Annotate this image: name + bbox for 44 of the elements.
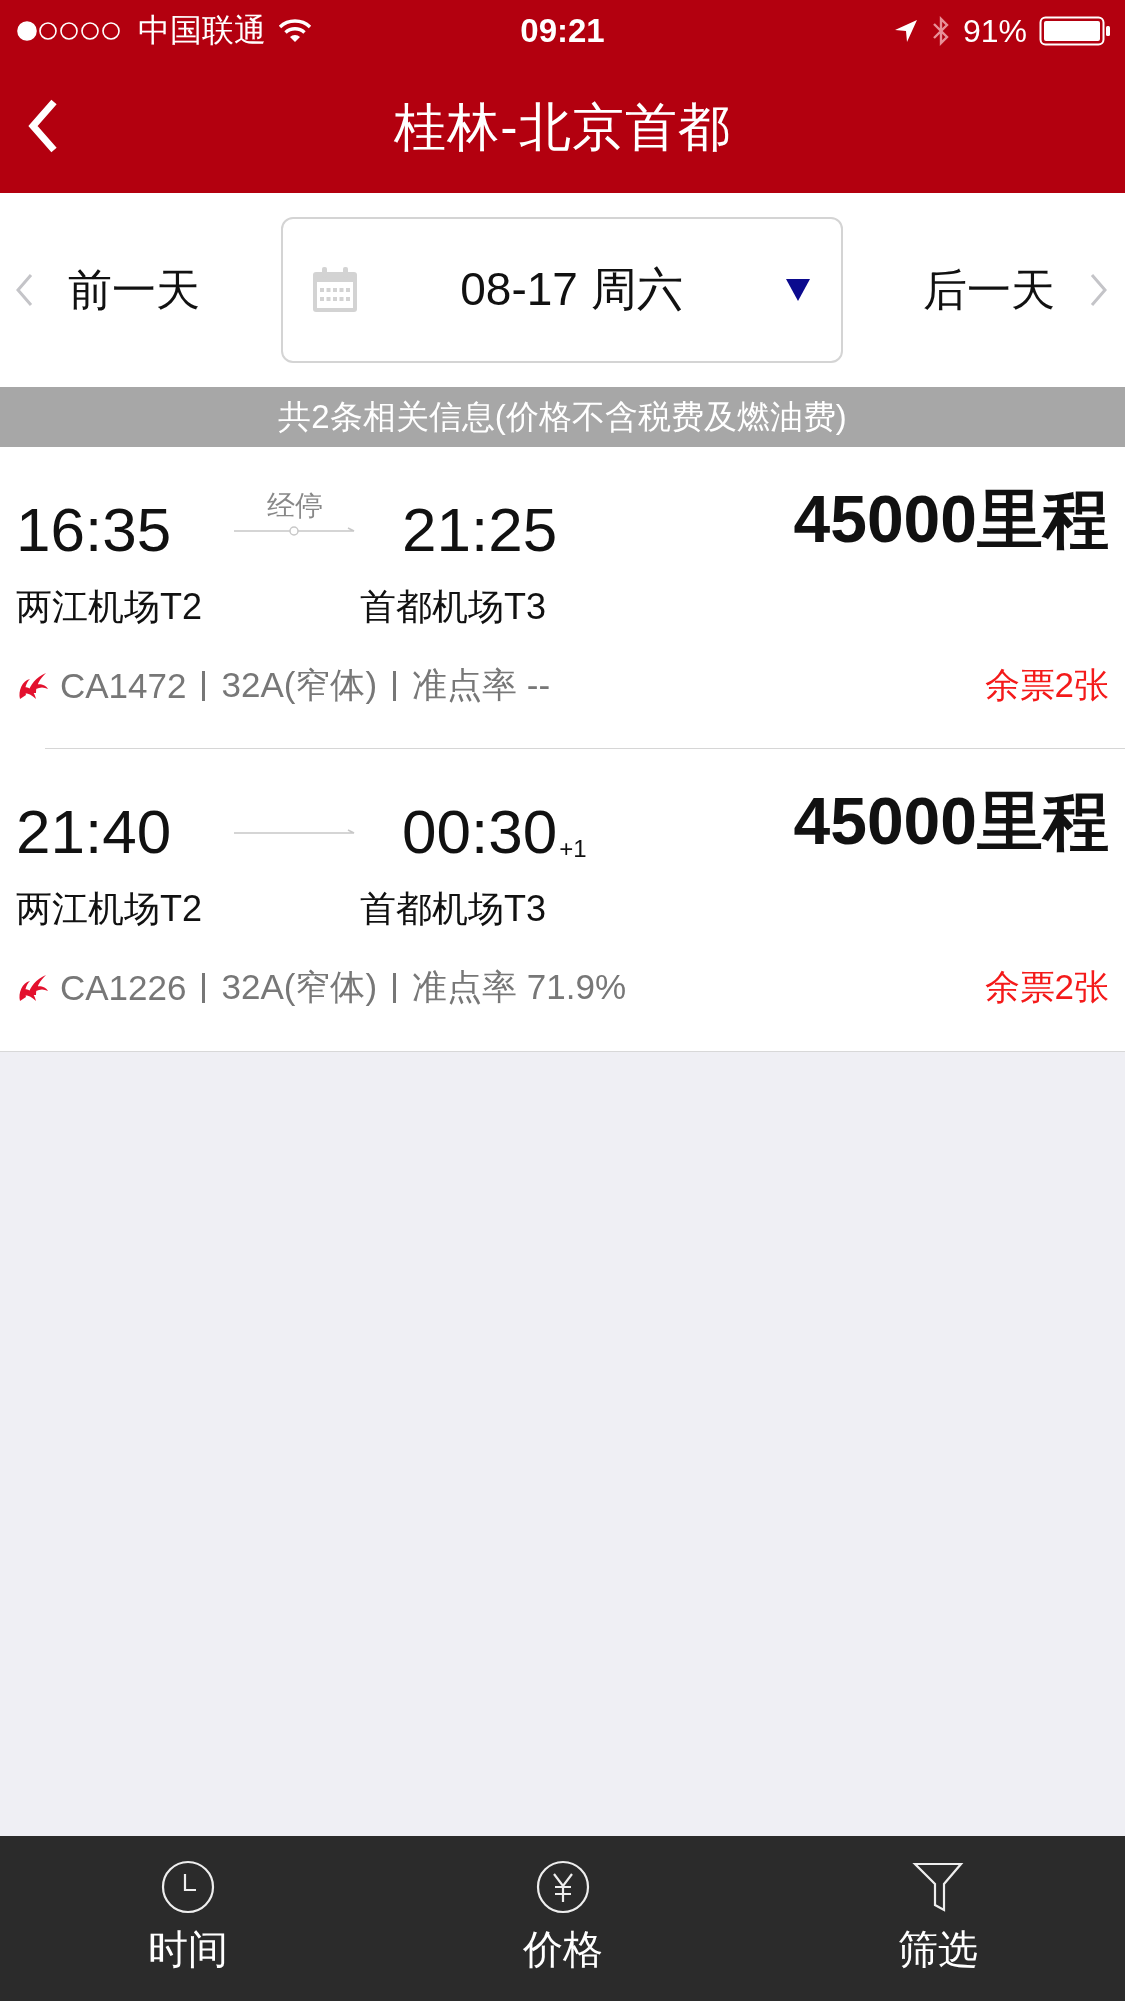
stopover-label: 经停 [267,489,323,523]
arrival-airport: 首都机场T3 [360,585,546,629]
aircraft-type: 32A(窄体) [221,966,378,1008]
info-banner: 共2条相关信息(价格不含税费及燃油费) [0,387,1125,447]
arrival-airport: 首都机场T3 [360,887,546,931]
flight-item[interactable]: 21:40 00:30+1 45000里程 两江机场T2 首都机场T3 CA1226 32A(窄体) 准点率 71.9% 余票2张 [0,749,1125,1051]
chevron-right-icon [1089,272,1109,308]
date-picker[interactable]: 08-17 周六 [280,217,843,363]
route-arrow-icon [234,525,356,537]
departure-airport: 两江机场T2 [16,585,203,629]
status-time: 09:21 [520,12,605,50]
yen-icon [535,1860,590,1914]
previous-day-button[interactable]: 前一天 [14,260,200,320]
battery-icon [1039,16,1111,46]
back-icon [28,98,58,154]
toolbar-tab[interactable]: 时间 [77,1860,298,1977]
clock-icon [160,1860,215,1914]
on-time-rate: 准点率 -- [412,664,551,706]
next-day-button[interactable]: 后一天 [923,260,1109,320]
page-title: 桂林-北京首都 [394,96,731,158]
calendar-icon [310,266,359,314]
arrival-time: 21:25 [402,499,558,561]
departure-time: 21:40 [16,801,173,868]
toolbar-tab[interactable]: 价格 [452,1860,673,1977]
mileage-price: 45000里程 [793,481,1109,558]
seats-left: 余票2张 [984,664,1109,706]
aircraft-type: 32A(窄体) [221,664,378,706]
carrier-name: 中国联通 [138,11,266,50]
flight-number: CA1472 [60,665,187,706]
arrival-time: 00:30 [402,801,558,863]
seats-left: 余票2张 [984,966,1109,1008]
day-offset: +1 [559,835,587,863]
departure-time: 16:35 [16,499,173,566]
dropdown-triangle-icon [784,278,811,302]
wifi-icon [278,18,312,44]
chevron-left-icon [14,272,34,308]
departure-airport: 两江机场T2 [16,887,203,931]
bluetooth-icon [930,15,951,47]
flight-number: CA1226 [60,967,187,1008]
filter-icon [910,1860,965,1914]
battery-percent: 91% [962,12,1027,50]
mileage-price: 45000里程 [793,783,1109,860]
on-time-rate: 准点率 71.9% [412,966,627,1008]
toolbar-tab[interactable]: 筛选 [827,1860,1048,1977]
